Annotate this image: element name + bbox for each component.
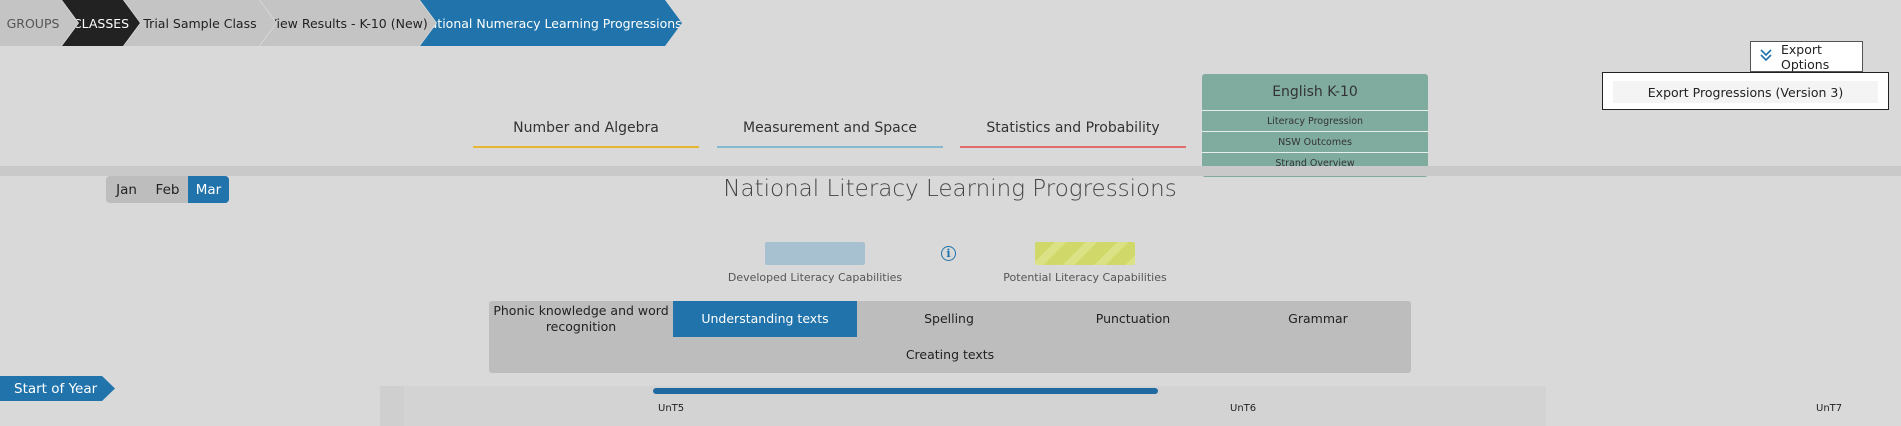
- developed-legend-label: Developed Literacy Capabilities: [727, 271, 903, 284]
- developed-legend-swatch: [765, 242, 865, 265]
- strand-tabs: Phonic knowledge and word recognition Un…: [489, 301, 1411, 373]
- strand-grammar[interactable]: Grammar: [1225, 301, 1411, 337]
- strand-phonic-knowledge[interactable]: Phonic knowledge and word recognition: [489, 301, 673, 337]
- english-literacy-progression[interactable]: Literacy Progression: [1202, 110, 1428, 131]
- timeline-left-band: [380, 386, 404, 426]
- english-nsw-outcomes[interactable]: NSW Outcomes: [1202, 131, 1428, 152]
- potential-legend-label: Potential Literacy Capabilities: [1003, 271, 1167, 284]
- export-progressions-item[interactable]: Export Progressions (Version 3): [1613, 81, 1878, 103]
- export-menu: Export Progressions (Version 3): [1602, 72, 1889, 110]
- level-label-unt6: UnT6: [1230, 403, 1257, 414]
- strand-spelling[interactable]: Spelling: [857, 301, 1041, 337]
- level-label-unt5: UnT5: [658, 403, 685, 414]
- potential-legend-swatch: [1035, 242, 1135, 265]
- month-mar[interactable]: Mar: [188, 176, 229, 203]
- strand-creating-texts[interactable]: Creating texts: [489, 337, 1411, 373]
- breadcrumb-trial-sample-class[interactable]: Trial Sample Class: [124, 0, 276, 46]
- tab-number-and-algebra[interactable]: Number and Algebra: [473, 110, 699, 148]
- breadcrumb: GROUPS CLASSES Trial Sample Class View R…: [0, 0, 700, 46]
- month-feb[interactable]: Feb: [147, 176, 188, 203]
- english-k10-title[interactable]: English K-10: [1202, 74, 1428, 110]
- breadcrumb-view-results[interactable]: View Results - K-10 (New): [260, 0, 436, 46]
- breadcrumb-national-numeracy[interactable]: National Numeracy Learning Progressions: [420, 0, 682, 46]
- divider-band: [0, 166, 1901, 176]
- double-chevron-down-icon: [1759, 48, 1773, 65]
- strand-punctuation[interactable]: Punctuation: [1041, 301, 1225, 337]
- info-icon[interactable]: i: [941, 246, 956, 261]
- month-toggle: Jan Feb Mar: [106, 176, 229, 203]
- export-options-button[interactable]: Export Options: [1750, 41, 1863, 72]
- tab-statistics-and-probability[interactable]: Statistics and Probability: [960, 110, 1186, 148]
- breadcrumb-groups[interactable]: GROUPS: [0, 0, 78, 46]
- progress-bar: [653, 388, 1158, 394]
- page-title: National Literacy Learning Progressions: [723, 176, 1177, 202]
- level-label-unt7: UnT7: [1816, 403, 1843, 414]
- month-jan[interactable]: Jan: [106, 176, 147, 203]
- strand-understanding-texts[interactable]: Understanding texts: [673, 301, 857, 337]
- export-options-label: Export Options: [1781, 41, 1830, 72]
- tab-measurement-and-space[interactable]: Measurement and Space: [717, 110, 943, 148]
- english-k10-card: English K-10 Literacy Progression NSW Ou…: [1202, 74, 1428, 177]
- start-of-year-marker: Start of Year: [0, 376, 115, 401]
